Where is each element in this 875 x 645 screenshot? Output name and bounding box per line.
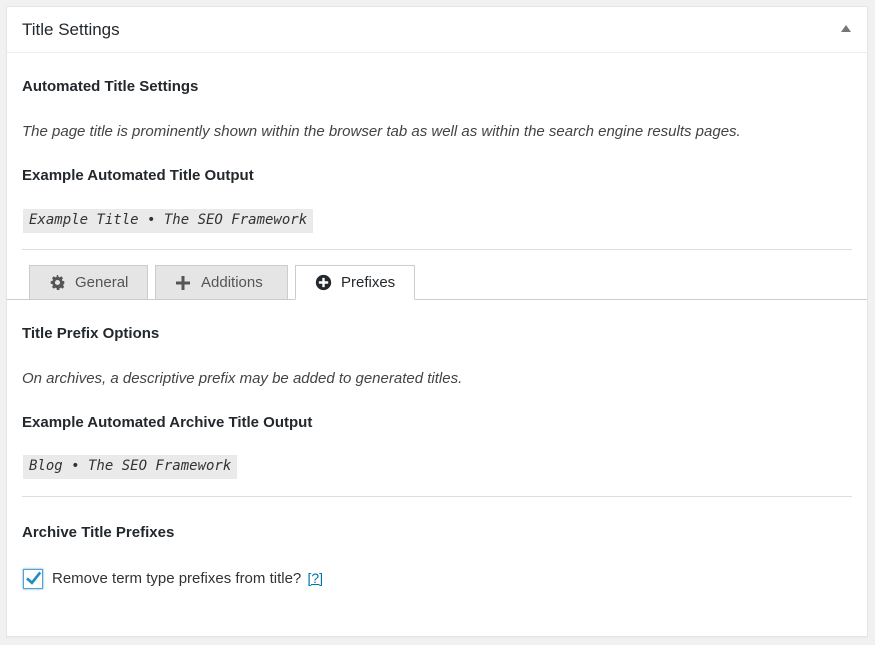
divider bbox=[22, 496, 852, 497]
example-title-output: Example Title • The SEO Framework bbox=[23, 209, 314, 233]
tab-additions[interactable]: Additions bbox=[155, 265, 288, 300]
tab-additions-label: Additions bbox=[201, 274, 263, 291]
tab-prefixes[interactable]: Prefixes bbox=[295, 265, 415, 300]
remove-prefixes-label[interactable]: Remove term type prefixes from title? [?… bbox=[52, 570, 323, 587]
help-link[interactable]: [?] bbox=[307, 570, 323, 586]
checkbox-label-text: Remove term type prefixes from title? bbox=[52, 570, 302, 587]
tab-prefixes-label: Prefixes bbox=[341, 274, 396, 291]
automated-title-heading: Automated Title Settings bbox=[22, 78, 199, 95]
gear-icon bbox=[48, 274, 66, 292]
panel-header[interactable]: Title Settings bbox=[7, 7, 867, 53]
plus-icon bbox=[174, 274, 192, 292]
prefix-options-description: On archives, a descriptive prefix may be… bbox=[22, 370, 463, 387]
panel-title: Title Settings bbox=[22, 20, 120, 39]
prefix-options-heading: Title Prefix Options bbox=[22, 325, 160, 342]
tab-general-label: General bbox=[75, 274, 129, 291]
divider bbox=[22, 249, 852, 250]
example-archive-heading: Example Automated Archive Title Output bbox=[22, 414, 313, 431]
remove-prefixes-checkbox[interactable] bbox=[23, 569, 43, 589]
collapse-arrow-icon[interactable] bbox=[841, 25, 851, 32]
archive-prefixes-heading: Archive Title Prefixes bbox=[22, 524, 175, 541]
automated-title-description: The page title is prominently shown with… bbox=[22, 123, 741, 140]
example-archive-output: Blog • The SEO Framework bbox=[23, 455, 238, 479]
plus-circle-icon bbox=[314, 274, 332, 292]
title-settings-panel: Title Settings Automated Title Settings … bbox=[6, 6, 868, 637]
tab-general[interactable]: General bbox=[29, 265, 148, 300]
checkmark-icon bbox=[26, 571, 42, 585]
example-title-heading: Example Automated Title Output bbox=[22, 167, 254, 184]
